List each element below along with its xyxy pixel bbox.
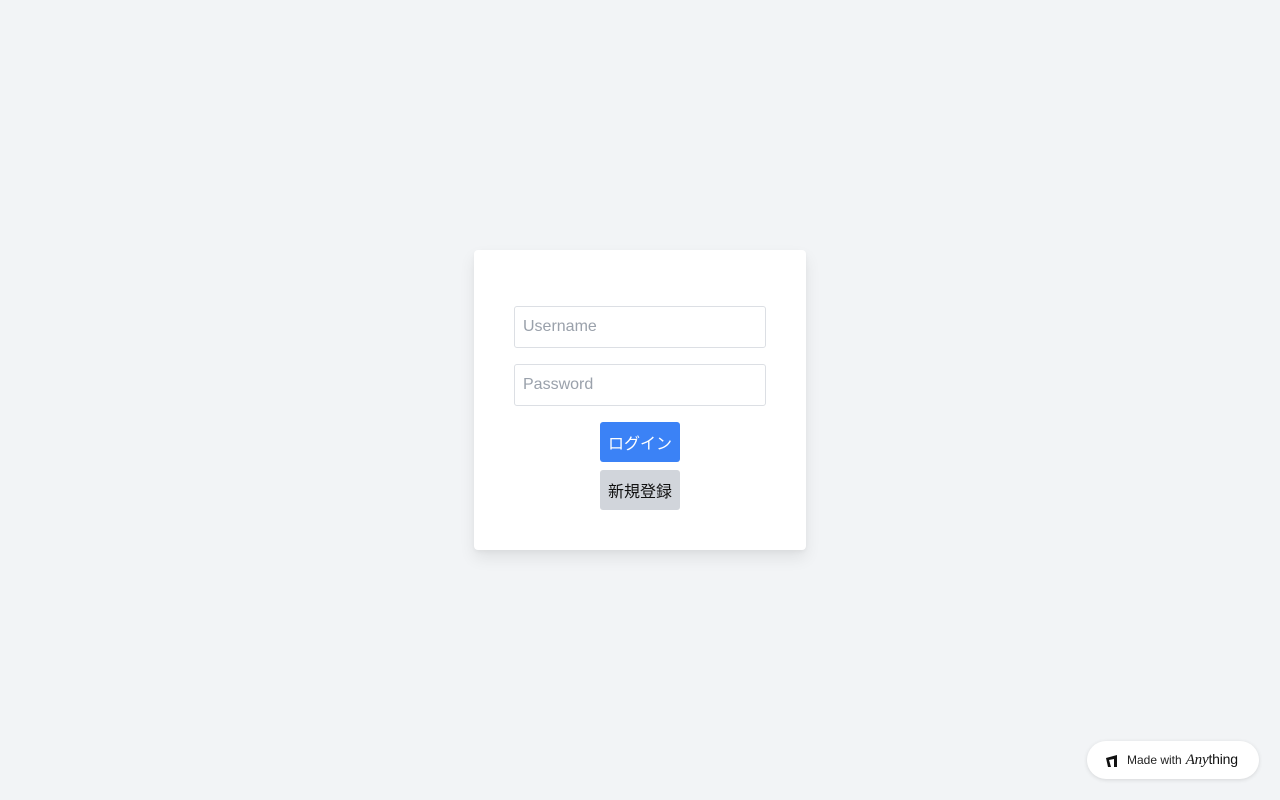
register-button[interactable]: 新規登録 xyxy=(600,470,680,510)
login-button[interactable]: ログイン xyxy=(600,422,680,462)
login-card: ログイン 新規登録 xyxy=(474,250,806,550)
password-input[interactable] xyxy=(514,364,766,406)
username-input[interactable] xyxy=(514,306,766,348)
made-with-badge[interactable]: Made with Anything xyxy=(1087,741,1259,779)
anything-logo-icon xyxy=(1105,753,1119,767)
brand-name-italic: Any xyxy=(1185,752,1209,768)
brand-name: Anything xyxy=(1186,751,1238,769)
page: ログイン 新規登録 Made with Anything xyxy=(0,0,1280,800)
made-with-label: Made with xyxy=(1127,753,1182,767)
brand-name-rest: thing xyxy=(1208,751,1238,767)
